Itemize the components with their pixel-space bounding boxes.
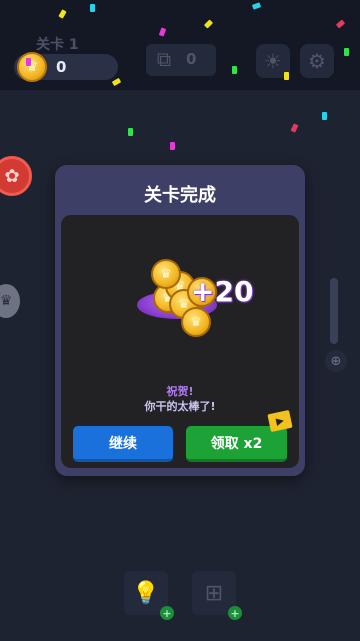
- add-hint-badge[interactable]: +: [160, 606, 174, 620]
- praise-text: 你干的太棒了!: [144, 400, 216, 413]
- confetti-piece: [90, 4, 95, 12]
- reward-amount: +20: [191, 275, 254, 308]
- continue-button[interactable]: 继续: [73, 426, 173, 462]
- hint-tool-icon: ⧉: [156, 47, 172, 71]
- crown-coin-icon: ♛: [17, 52, 47, 82]
- zoom-in-icon[interactable]: ⊕: [325, 350, 347, 372]
- confetti-piece: [232, 66, 237, 74]
- crown-coin-icon: ♛: [151, 259, 181, 289]
- level-label: 关卡 1: [36, 37, 79, 53]
- add-tool-badge[interactable]: +: [228, 606, 242, 620]
- confetti-piece: [284, 72, 289, 80]
- confetti-piece: [344, 48, 349, 56]
- confetti-piece: [26, 58, 31, 66]
- crown-coin-icon: ♛: [181, 307, 211, 337]
- dialog-title: 关卡完成: [144, 185, 216, 206]
- zoom-slider[interactable]: [330, 278, 338, 344]
- coin-count: 0: [56, 58, 67, 76]
- level-complete-dialog: 关卡完成 ♛ ♛ ♛ ♛ ♛ ♛ +20 祝贺! 你干的太棒了! 继续 领取 x…: [55, 165, 305, 476]
- confetti-piece: [322, 112, 327, 120]
- hint-count: 0: [186, 50, 197, 68]
- confetti-piece: [170, 142, 175, 150]
- gear-icon[interactable]: ⚙: [300, 44, 334, 78]
- confetti-piece: [128, 128, 133, 136]
- congrats-text: 祝贺!: [166, 385, 194, 398]
